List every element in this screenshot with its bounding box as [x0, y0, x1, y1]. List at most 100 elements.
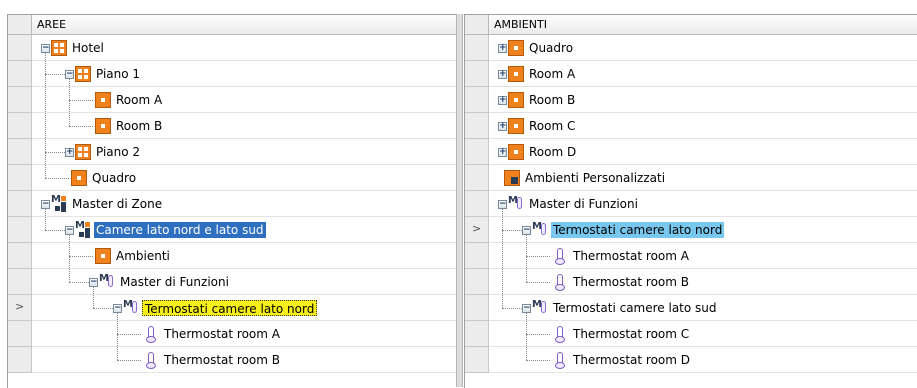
tree-node-label[interactable]: Room C [527, 118, 577, 134]
tree-row-thermostat-room-b[interactable]: Thermostat room B [8, 347, 456, 373]
tree-row-termostati-camere-lato-nord[interactable]: > − M Termostati camere lato nord [8, 295, 456, 321]
row-header[interactable] [8, 139, 32, 165]
tree-node-label[interactable]: Room A [114, 92, 164, 108]
tree-cell[interactable]: − M Master di Funzioni [32, 269, 456, 295]
tree-node-label[interactable]: Thermostat room C [571, 326, 691, 342]
tree-cell[interactable]: Room B [32, 113, 456, 139]
tree-cell[interactable]: Thermostat room D [489, 347, 917, 373]
tree-node-label[interactable]: Ambienti [114, 248, 172, 264]
row-header[interactable] [8, 165, 32, 191]
ambienti-tree-panel[interactable]: AMBIENTI + Quadro + Room A + Room B + Room C + Ro… [464, 14, 917, 388]
tree-node-label[interactable]: Thermostat room B [571, 274, 691, 290]
tree-cell[interactable]: − M Master di Funzioni [489, 191, 917, 217]
tree-cell[interactable]: − M Termostati camere lato nord [489, 217, 917, 243]
tree-cell[interactable]: + Room D [489, 139, 917, 165]
row-header[interactable] [8, 321, 32, 347]
tree-row-master-di-zone[interactable]: − M Master di Zone [8, 191, 456, 217]
collapse-icon[interactable]: − [65, 70, 74, 79]
tree-row-thermostat-room-a[interactable]: Thermostat room A [465, 243, 917, 269]
tree-node-label[interactable]: Camere lato nord e lato sud [94, 222, 266, 238]
row-header[interactable] [8, 269, 32, 295]
tree-cell[interactable]: Thermostat room C [489, 321, 917, 347]
tree-cell[interactable]: − Piano 1 [32, 61, 456, 87]
panel-splitter[interactable] [456, 14, 463, 387]
aree-header-title[interactable]: AREE [32, 15, 456, 35]
tree-cell[interactable]: Quadro [32, 165, 456, 191]
tree-node-label[interactable]: Quadro [527, 40, 575, 56]
tree-row-thermostat-room-b[interactable]: Thermostat room B [465, 269, 917, 295]
tree-cell[interactable]: + Quadro [489, 35, 917, 61]
tree-row-piano-2[interactable]: + Piano 2 [8, 139, 456, 165]
row-header[interactable] [465, 61, 489, 87]
tree-row-quadro[interactable]: + Quadro [465, 35, 917, 61]
tree-cell[interactable]: + Room A [489, 61, 917, 87]
expand-icon[interactable]: + [498, 44, 507, 53]
tree-row-room-b[interactable]: Room B [8, 113, 456, 139]
expand-icon[interactable]: + [498, 70, 507, 79]
tree-row-piano-1[interactable]: − Piano 1 [8, 61, 456, 87]
tree-row-camere-lato-nord-e-lato-sud[interactable]: − M Camere lato nord e lato sud [8, 217, 456, 243]
tree-cell[interactable]: Thermostat room A [489, 243, 917, 269]
ambienti-header-title[interactable]: AMBIENTI [489, 15, 917, 35]
tree-row-thermostat-room-a[interactable]: Thermostat room A [8, 321, 456, 347]
aree-tree-panel[interactable]: AREE − Hotel − Piano 1 Room A Room B + Piano 2 Q… [7, 14, 456, 388]
tree-row-master-di-funzioni[interactable]: − M Master di Funzioni [465, 191, 917, 217]
row-header[interactable] [465, 139, 489, 165]
row-header[interactable] [465, 243, 489, 269]
tree-row-thermostat-room-c[interactable]: Thermostat room C [465, 321, 917, 347]
tree-node-label[interactable]: Termostati camere lato sud [551, 300, 719, 316]
collapse-icon[interactable]: − [522, 226, 531, 235]
tree-row-termostati-camere-lato-sud[interactable]: − M Termostati camere lato sud [465, 295, 917, 321]
row-header[interactable] [8, 61, 32, 87]
tree-row-room-b[interactable]: + Room B [465, 87, 917, 113]
row-header[interactable] [465, 191, 489, 217]
expand-icon[interactable]: + [498, 122, 507, 131]
expand-icon[interactable]: + [65, 148, 74, 157]
tree-node-label[interactable]: Piano 1 [94, 66, 142, 82]
tree-node-label[interactable]: Master di Zone [70, 196, 164, 212]
tree-node-label[interactable]: Thermostat room B [162, 352, 282, 368]
tree-cell[interactable]: + Room B [489, 87, 917, 113]
tree-row-termostati-camere-lato-nord[interactable]: > − M Termostati camere lato nord [465, 217, 917, 243]
tree-node-label[interactable]: Termostati camere lato nord [142, 300, 318, 316]
row-header[interactable] [465, 165, 489, 191]
tree-node-label[interactable]: Thermostat room A [162, 326, 282, 342]
row-header[interactable] [465, 269, 489, 295]
tree-node-label[interactable]: Room B [527, 92, 577, 108]
tree-node-label[interactable]: Master di Funzioni [527, 196, 640, 212]
tree-cell[interactable]: Thermostat room B [489, 269, 917, 295]
expand-icon[interactable]: + [498, 96, 507, 105]
collapse-icon[interactable]: − [498, 200, 507, 209]
tree-cell[interactable]: + Piano 2 [32, 139, 456, 165]
row-header[interactable] [465, 35, 489, 61]
tree-node-label[interactable]: Master di Funzioni [118, 274, 231, 290]
tree-row-thermostat-room-d[interactable]: Thermostat room D [465, 347, 917, 373]
tree-node-label[interactable]: Hotel [70, 40, 106, 56]
row-header[interactable] [8, 87, 32, 113]
row-header[interactable] [465, 295, 489, 321]
collapse-icon[interactable]: − [41, 44, 50, 53]
tree-node-label[interactable]: Termostati camere lato nord [551, 222, 725, 238]
tree-row-hotel[interactable]: − Hotel [8, 35, 456, 61]
collapse-icon[interactable]: − [522, 304, 531, 313]
tree-row-room-c[interactable]: + Room C [465, 113, 917, 139]
tree-node-label[interactable]: Room D [527, 144, 578, 160]
tree-node-label[interactable]: Piano 2 [94, 144, 142, 160]
row-header[interactable] [8, 217, 32, 243]
row-header[interactable] [465, 321, 489, 347]
collapse-icon[interactable]: − [113, 304, 122, 313]
row-header[interactable] [8, 191, 32, 217]
row-header[interactable]: > [465, 217, 489, 243]
tree-cell[interactable]: + Room C [489, 113, 917, 139]
row-header[interactable] [8, 243, 32, 269]
row-header[interactable] [8, 347, 32, 373]
tree-row-room-a[interactable]: Room A [8, 87, 456, 113]
row-header[interactable] [465, 113, 489, 139]
tree-row-master-di-funzioni[interactable]: − M Master di Funzioni [8, 269, 456, 295]
tree-row-room-a[interactable]: + Room A [465, 61, 917, 87]
tree-node-label[interactable]: Room B [114, 118, 164, 134]
tree-node-label[interactable]: Thermostat room A [571, 248, 691, 264]
tree-cell[interactable]: − Hotel [32, 35, 456, 61]
tree-node-label[interactable]: Room A [527, 66, 577, 82]
tree-row-quadro[interactable]: Quadro [8, 165, 456, 191]
